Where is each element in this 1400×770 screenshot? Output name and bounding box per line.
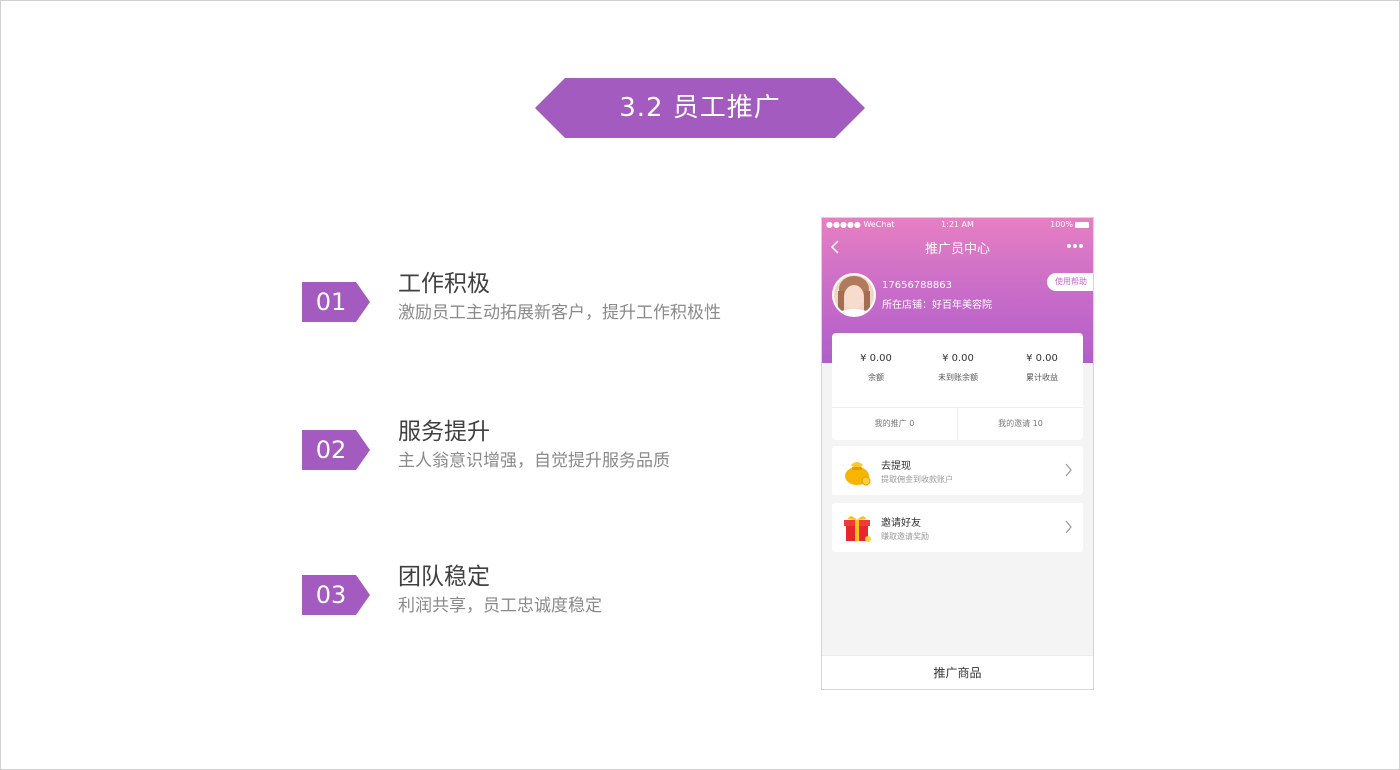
feature-description: 主人翁意识增强，自觉提升服务品质 <box>398 451 670 471</box>
chevron-right-icon <box>1065 461 1075 479</box>
avatar[interactable] <box>832 273 876 317</box>
avatar-image <box>834 275 874 315</box>
menu-title: 去提现 <box>881 461 911 472</box>
stat-pending: ¥ 0.00 未到账余额 <box>916 353 1000 383</box>
stat-balance: ¥ 0.00 余额 <box>834 353 918 383</box>
menu-subtitle: 提取佣金到收款账户 <box>881 475 953 484</box>
help-button[interactable]: 使用帮助 <box>1047 273 1093 291</box>
menu-item-invite[interactable]: 邀请好友 赚取邀请奖励 <box>832 503 1083 552</box>
title-ribbon: 3.2 员工推广 <box>535 78 865 138</box>
stat-value: ¥ 0.00 <box>1026 353 1058 364</box>
menu-item-withdraw[interactable]: 去提现 提取佣金到收款账户 <box>832 446 1083 495</box>
number-badge: 03 <box>302 575 372 615</box>
money-bag-icon <box>842 456 872 486</box>
badge-number: 01 <box>315 288 347 316</box>
tab-my-promotion[interactable]: 我的推广 0 <box>832 408 957 440</box>
badge-number: 03 <box>315 581 347 609</box>
feature-item-2: 02 服务提升 主人翁意识增强，自觉提升服务品质 <box>302 418 772 498</box>
gift-box-icon <box>842 513 872 543</box>
menu-title: 邀请好友 <box>881 518 921 529</box>
feature-description: 利润共享，员工忠诚度稳定 <box>398 596 602 616</box>
number-badge: 02 <box>302 430 372 470</box>
stat-total: ¥ 0.00 累计收益 <box>1000 353 1084 383</box>
feature-title: 服务提升 <box>398 419 490 445</box>
menu-subtitle: 赚取邀请奖励 <box>881 532 929 541</box>
feature-description: 激励员工主动拓展新客户，提升工作积极性 <box>398 303 721 323</box>
user-phone: 17656788863 <box>882 280 952 291</box>
feature-title: 团队稳定 <box>398 564 490 590</box>
tab-my-invites[interactable]: 我的邀请 10 <box>958 408 1083 440</box>
battery-label: 100% <box>1050 220 1073 229</box>
phone-mockup: ●●●●● WeChat 1:21 AM 100% 推广员中心 17656788… <box>821 217 1094 690</box>
battery-status: 100% <box>1050 220 1089 229</box>
bottom-bar-promote-products[interactable]: 推广商品 <box>822 655 1093 689</box>
chevron-right-icon <box>1065 518 1075 536</box>
feature-item-3: 03 团队稳定 利润共享，员工忠诚度稳定 <box>302 563 772 643</box>
stat-label: 余额 <box>868 373 884 382</box>
stat-label: 未到账余额 <box>938 373 978 382</box>
user-store: 所在店铺：好百年美容院 <box>882 300 992 311</box>
feature-item-1: 01 工作积极 激励员工主动拓展新客户，提升工作积极性 <box>302 270 772 350</box>
slide-title: 3.2 员工推广 <box>619 93 781 123</box>
more-icon[interactable] <box>1065 238 1085 256</box>
nav-title: 推广员中心 <box>924 242 990 257</box>
stat-value: ¥ 0.00 <box>860 353 892 364</box>
status-bar: ●●●●● WeChat 1:21 AM 100% <box>822 218 1093 232</box>
stat-label: 累计收益 <box>1026 373 1058 382</box>
number-badge: 01 <box>302 282 372 322</box>
stats-card: ¥ 0.00 余额 ¥ 0.00 未到账余额 ¥ 0.00 累计收益 我的推广 … <box>832 333 1083 440</box>
feature-title: 工作积极 <box>398 271 490 297</box>
badge-number: 02 <box>315 436 347 464</box>
battery-icon <box>1075 221 1089 228</box>
stat-value: ¥ 0.00 <box>942 353 974 364</box>
